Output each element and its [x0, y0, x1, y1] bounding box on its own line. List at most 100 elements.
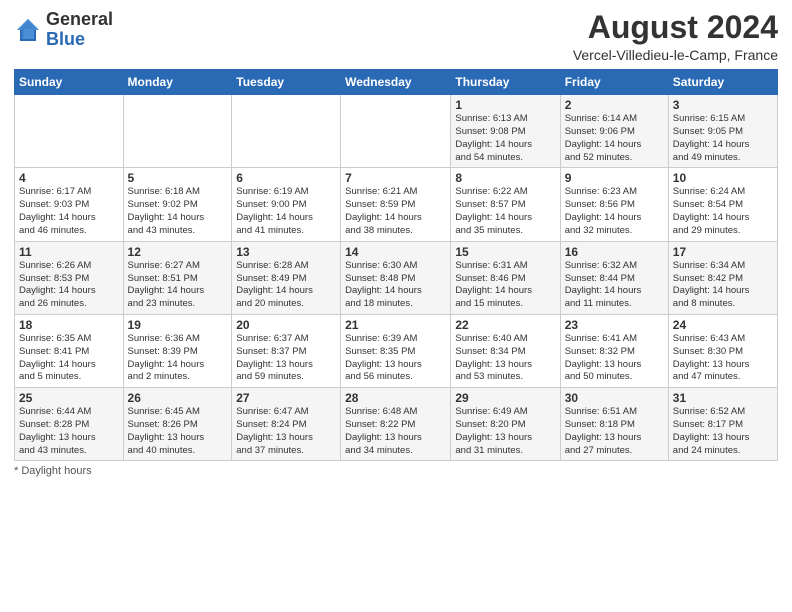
- calendar-cell: 8Sunrise: 6:22 AM Sunset: 8:57 PM Daylig…: [451, 168, 560, 241]
- day-number: 4: [19, 171, 119, 185]
- day-info: Sunrise: 6:44 AM Sunset: 8:28 PM Dayligh…: [19, 406, 119, 457]
- day-info: Sunrise: 6:18 AM Sunset: 9:02 PM Dayligh…: [128, 186, 228, 237]
- day-number: 28: [345, 391, 446, 405]
- calendar-cell: 13Sunrise: 6:28 AM Sunset: 8:49 PM Dayli…: [232, 241, 341, 314]
- calendar-cell: 21Sunrise: 6:39 AM Sunset: 8:35 PM Dayli…: [341, 314, 451, 387]
- calendar-cell: 25Sunrise: 6:44 AM Sunset: 8:28 PM Dayli…: [15, 388, 124, 461]
- day-number: 31: [673, 391, 773, 405]
- calendar-week-4: 18Sunrise: 6:35 AM Sunset: 8:41 PM Dayli…: [15, 314, 778, 387]
- day-info: Sunrise: 6:17 AM Sunset: 9:03 PM Dayligh…: [19, 186, 119, 237]
- calendar-cell: [15, 95, 124, 168]
- day-info: Sunrise: 6:37 AM Sunset: 8:37 PM Dayligh…: [236, 333, 336, 384]
- header-saturday: Saturday: [668, 70, 777, 95]
- day-number: 3: [673, 98, 773, 112]
- day-number: 17: [673, 245, 773, 259]
- header-friday: Friday: [560, 70, 668, 95]
- day-number: 10: [673, 171, 773, 185]
- day-info: Sunrise: 6:21 AM Sunset: 8:59 PM Dayligh…: [345, 186, 446, 237]
- day-info: Sunrise: 6:22 AM Sunset: 8:57 PM Dayligh…: [455, 186, 555, 237]
- calendar-week-3: 11Sunrise: 6:26 AM Sunset: 8:53 PM Dayli…: [15, 241, 778, 314]
- day-info: Sunrise: 6:13 AM Sunset: 9:08 PM Dayligh…: [455, 113, 555, 164]
- day-info: Sunrise: 6:43 AM Sunset: 8:30 PM Dayligh…: [673, 333, 773, 384]
- calendar-cell: 15Sunrise: 6:31 AM Sunset: 8:46 PM Dayli…: [451, 241, 560, 314]
- calendar-week-1: 1Sunrise: 6:13 AM Sunset: 9:08 PM Daylig…: [15, 95, 778, 168]
- day-info: Sunrise: 6:24 AM Sunset: 8:54 PM Dayligh…: [673, 186, 773, 237]
- calendar-cell: [341, 95, 451, 168]
- day-number: 1: [455, 98, 555, 112]
- calendar-cell: 27Sunrise: 6:47 AM Sunset: 8:24 PM Dayli…: [232, 388, 341, 461]
- day-number: 30: [565, 391, 664, 405]
- calendar-cell: 3Sunrise: 6:15 AM Sunset: 9:05 PM Daylig…: [668, 95, 777, 168]
- calendar-cell: 31Sunrise: 6:52 AM Sunset: 8:17 PM Dayli…: [668, 388, 777, 461]
- title-block: August 2024 Vercel-Villedieu-le-Camp, Fr…: [573, 10, 778, 63]
- day-number: 2: [565, 98, 664, 112]
- calendar-cell: 24Sunrise: 6:43 AM Sunset: 8:30 PM Dayli…: [668, 314, 777, 387]
- day-info: Sunrise: 6:28 AM Sunset: 8:49 PM Dayligh…: [236, 260, 336, 311]
- day-number: 7: [345, 171, 446, 185]
- day-number: 20: [236, 318, 336, 332]
- day-number: 5: [128, 171, 228, 185]
- day-number: 13: [236, 245, 336, 259]
- calendar-cell: 14Sunrise: 6:30 AM Sunset: 8:48 PM Dayli…: [341, 241, 451, 314]
- day-info: Sunrise: 6:35 AM Sunset: 8:41 PM Dayligh…: [19, 333, 119, 384]
- day-number: 27: [236, 391, 336, 405]
- day-number: 18: [19, 318, 119, 332]
- header-sunday: Sunday: [15, 70, 124, 95]
- day-info: Sunrise: 6:26 AM Sunset: 8:53 PM Dayligh…: [19, 260, 119, 311]
- calendar-cell: 29Sunrise: 6:49 AM Sunset: 8:20 PM Dayli…: [451, 388, 560, 461]
- day-number: 21: [345, 318, 446, 332]
- month-title: August 2024: [573, 10, 778, 45]
- day-number: 16: [565, 245, 664, 259]
- day-info: Sunrise: 6:52 AM Sunset: 8:17 PM Dayligh…: [673, 406, 773, 457]
- day-number: 15: [455, 245, 555, 259]
- calendar-cell: [123, 95, 232, 168]
- day-number: 19: [128, 318, 228, 332]
- day-number: 6: [236, 171, 336, 185]
- calendar-cell: 10Sunrise: 6:24 AM Sunset: 8:54 PM Dayli…: [668, 168, 777, 241]
- header-thursday: Thursday: [451, 70, 560, 95]
- day-number: 26: [128, 391, 228, 405]
- day-info: Sunrise: 6:23 AM Sunset: 8:56 PM Dayligh…: [565, 186, 664, 237]
- day-info: Sunrise: 6:49 AM Sunset: 8:20 PM Dayligh…: [455, 406, 555, 457]
- day-info: Sunrise: 6:39 AM Sunset: 8:35 PM Dayligh…: [345, 333, 446, 384]
- day-number: 12: [128, 245, 228, 259]
- calendar-cell: 11Sunrise: 6:26 AM Sunset: 8:53 PM Dayli…: [15, 241, 124, 314]
- calendar-cell: 4Sunrise: 6:17 AM Sunset: 9:03 PM Daylig…: [15, 168, 124, 241]
- logo-icon: [14, 16, 42, 44]
- day-number: 9: [565, 171, 664, 185]
- calendar-cell: 7Sunrise: 6:21 AM Sunset: 8:59 PM Daylig…: [341, 168, 451, 241]
- header-monday: Monday: [123, 70, 232, 95]
- day-info: Sunrise: 6:30 AM Sunset: 8:48 PM Dayligh…: [345, 260, 446, 311]
- calendar-week-2: 4Sunrise: 6:17 AM Sunset: 9:03 PM Daylig…: [15, 168, 778, 241]
- day-info: Sunrise: 6:15 AM Sunset: 9:05 PM Dayligh…: [673, 113, 773, 164]
- day-number: 14: [345, 245, 446, 259]
- calendar-cell: 2Sunrise: 6:14 AM Sunset: 9:06 PM Daylig…: [560, 95, 668, 168]
- day-info: Sunrise: 6:40 AM Sunset: 8:34 PM Dayligh…: [455, 333, 555, 384]
- day-info: Sunrise: 6:47 AM Sunset: 8:24 PM Dayligh…: [236, 406, 336, 457]
- calendar-cell: 28Sunrise: 6:48 AM Sunset: 8:22 PM Dayli…: [341, 388, 451, 461]
- logo: General Blue: [14, 10, 113, 50]
- logo-general-text: General: [46, 9, 113, 29]
- location-title: Vercel-Villedieu-le-Camp, France: [573, 47, 778, 63]
- day-number: 22: [455, 318, 555, 332]
- calendar-cell: 16Sunrise: 6:32 AM Sunset: 8:44 PM Dayli…: [560, 241, 668, 314]
- calendar-cell: 19Sunrise: 6:36 AM Sunset: 8:39 PM Dayli…: [123, 314, 232, 387]
- header: General Blue August 2024 Vercel-Villedie…: [14, 10, 778, 63]
- calendar-cell: 22Sunrise: 6:40 AM Sunset: 8:34 PM Dayli…: [451, 314, 560, 387]
- calendar-cell: [232, 95, 341, 168]
- day-info: Sunrise: 6:36 AM Sunset: 8:39 PM Dayligh…: [128, 333, 228, 384]
- day-number: 8: [455, 171, 555, 185]
- calendar-cell: 20Sunrise: 6:37 AM Sunset: 8:37 PM Dayli…: [232, 314, 341, 387]
- calendar-cell: 26Sunrise: 6:45 AM Sunset: 8:26 PM Dayli…: [123, 388, 232, 461]
- calendar-cell: 17Sunrise: 6:34 AM Sunset: 8:42 PM Dayli…: [668, 241, 777, 314]
- calendar-cell: 6Sunrise: 6:19 AM Sunset: 9:00 PM Daylig…: [232, 168, 341, 241]
- day-number: 29: [455, 391, 555, 405]
- calendar-cell: 23Sunrise: 6:41 AM Sunset: 8:32 PM Dayli…: [560, 314, 668, 387]
- calendar-cell: 1Sunrise: 6:13 AM Sunset: 9:08 PM Daylig…: [451, 95, 560, 168]
- day-number: 25: [19, 391, 119, 405]
- calendar-cell: 18Sunrise: 6:35 AM Sunset: 8:41 PM Dayli…: [15, 314, 124, 387]
- logo-text: General Blue: [46, 10, 113, 50]
- calendar-cell: 12Sunrise: 6:27 AM Sunset: 8:51 PM Dayli…: [123, 241, 232, 314]
- calendar-cell: 9Sunrise: 6:23 AM Sunset: 8:56 PM Daylig…: [560, 168, 668, 241]
- calendar-cell: 5Sunrise: 6:18 AM Sunset: 9:02 PM Daylig…: [123, 168, 232, 241]
